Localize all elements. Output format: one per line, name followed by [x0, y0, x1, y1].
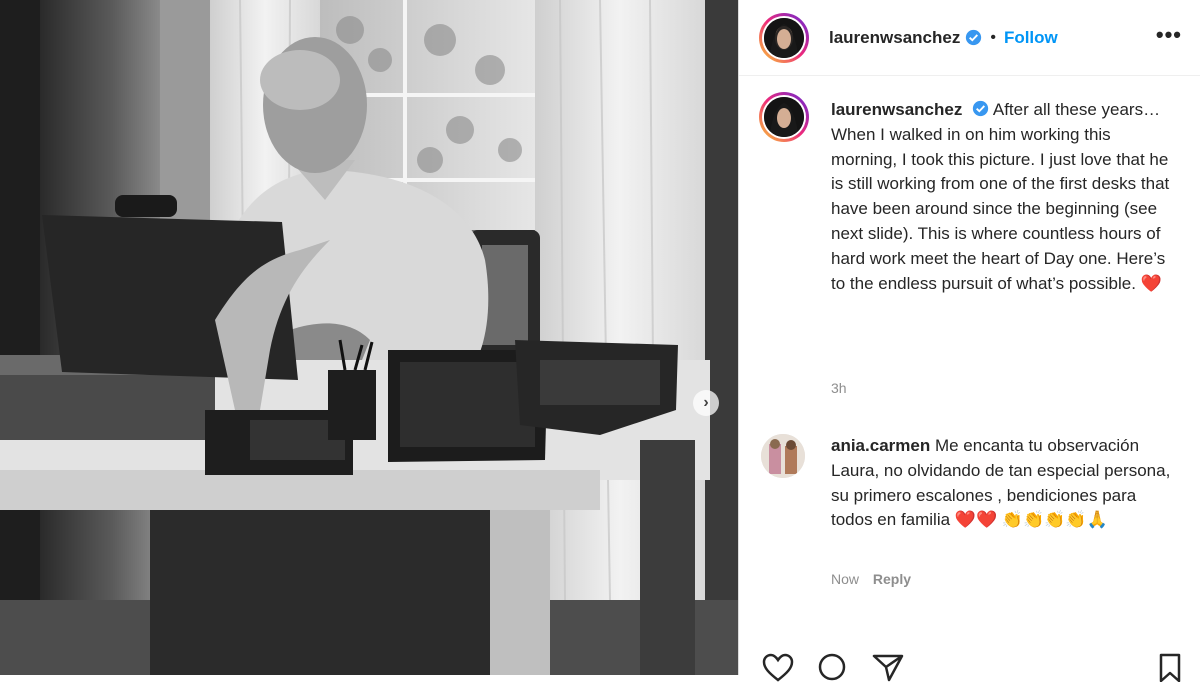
share-icon[interactable]	[871, 652, 905, 682]
bookmark-icon[interactable]	[1153, 652, 1187, 682]
verified-badge-icon	[966, 29, 982, 46]
comment-meta: Now Reply	[831, 571, 911, 587]
action-bar	[759, 652, 1189, 682]
comment-timestamp: Now	[831, 571, 860, 587]
caption-username[interactable]: laurenwsanchez	[831, 100, 962, 119]
caption-text: laurenwsanchez After all these years… Wh…	[831, 98, 1176, 296]
author-avatar-image	[764, 17, 804, 58]
heart-icon[interactable]	[761, 652, 795, 682]
post-photo[interactable]: ›	[0, 0, 738, 675]
follow-button[interactable]: Follow	[1004, 28, 1058, 48]
commenter-avatar-image	[761, 434, 805, 478]
commenter-avatar[interactable]	[761, 434, 805, 478]
comment-icon[interactable]	[815, 652, 849, 682]
caption-author-avatar[interactable]	[759, 92, 809, 142]
commenter-username[interactable]: ania.carmen	[831, 436, 930, 455]
header-separator: •	[990, 28, 996, 46]
more-options-icon[interactable]: •••	[1156, 22, 1182, 48]
caption-body: After all these years… When I walked in …	[831, 100, 1170, 293]
author-avatar[interactable]	[759, 12, 809, 63]
photo-illustration	[0, 0, 738, 675]
chevron-right-icon: ›	[703, 394, 709, 411]
verified-badge-icon	[972, 100, 989, 117]
post-timestamp[interactable]: 3h	[831, 380, 847, 396]
caption-avatar-image	[764, 97, 804, 137]
post-header: laurenwsanchez • Follow •••	[739, 0, 1200, 76]
post-side-panel: laurenwsanchez • Follow ••• laurenwsanch…	[738, 0, 1200, 682]
next-slide-button[interactable]: ›	[693, 390, 719, 416]
reply-button[interactable]: Reply	[873, 571, 911, 587]
author-username[interactable]: laurenwsanchez	[829, 28, 960, 48]
comment-text: ania.carmen Me encanta tu observación La…	[831, 434, 1181, 533]
